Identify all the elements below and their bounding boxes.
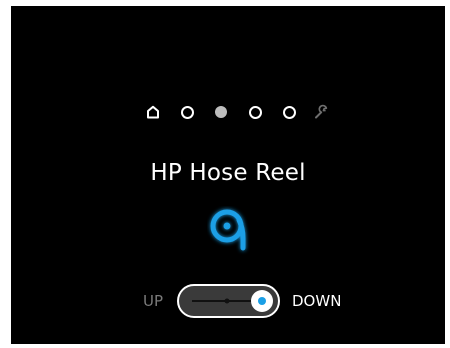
device-screen: HP Hose Reel UP DOWN	[11, 6, 445, 344]
page-dot	[248, 105, 262, 119]
page-indicator	[135, 102, 335, 126]
page-dot	[180, 105, 194, 119]
page-dot	[282, 105, 296, 119]
up-down-toggle-row: UP DOWN	[11, 282, 445, 322]
home-icon	[147, 105, 159, 119]
page-dot-active	[215, 106, 227, 118]
page-dot-4[interactable]	[279, 102, 299, 122]
wrench-icon	[315, 104, 328, 119]
page-dot-1[interactable]	[177, 102, 197, 122]
hose-reel-icon	[207, 206, 253, 258]
down-label[interactable]: DOWN	[292, 292, 341, 310]
up-down-switch[interactable]	[176, 283, 281, 319]
up-label[interactable]: UP	[143, 292, 163, 310]
page-home[interactable]	[143, 102, 163, 122]
page-dot-2[interactable]	[211, 102, 231, 122]
page-dot-3[interactable]	[245, 102, 265, 122]
page-settings[interactable]	[311, 102, 331, 122]
device-title: HP Hose Reel	[150, 160, 306, 186]
